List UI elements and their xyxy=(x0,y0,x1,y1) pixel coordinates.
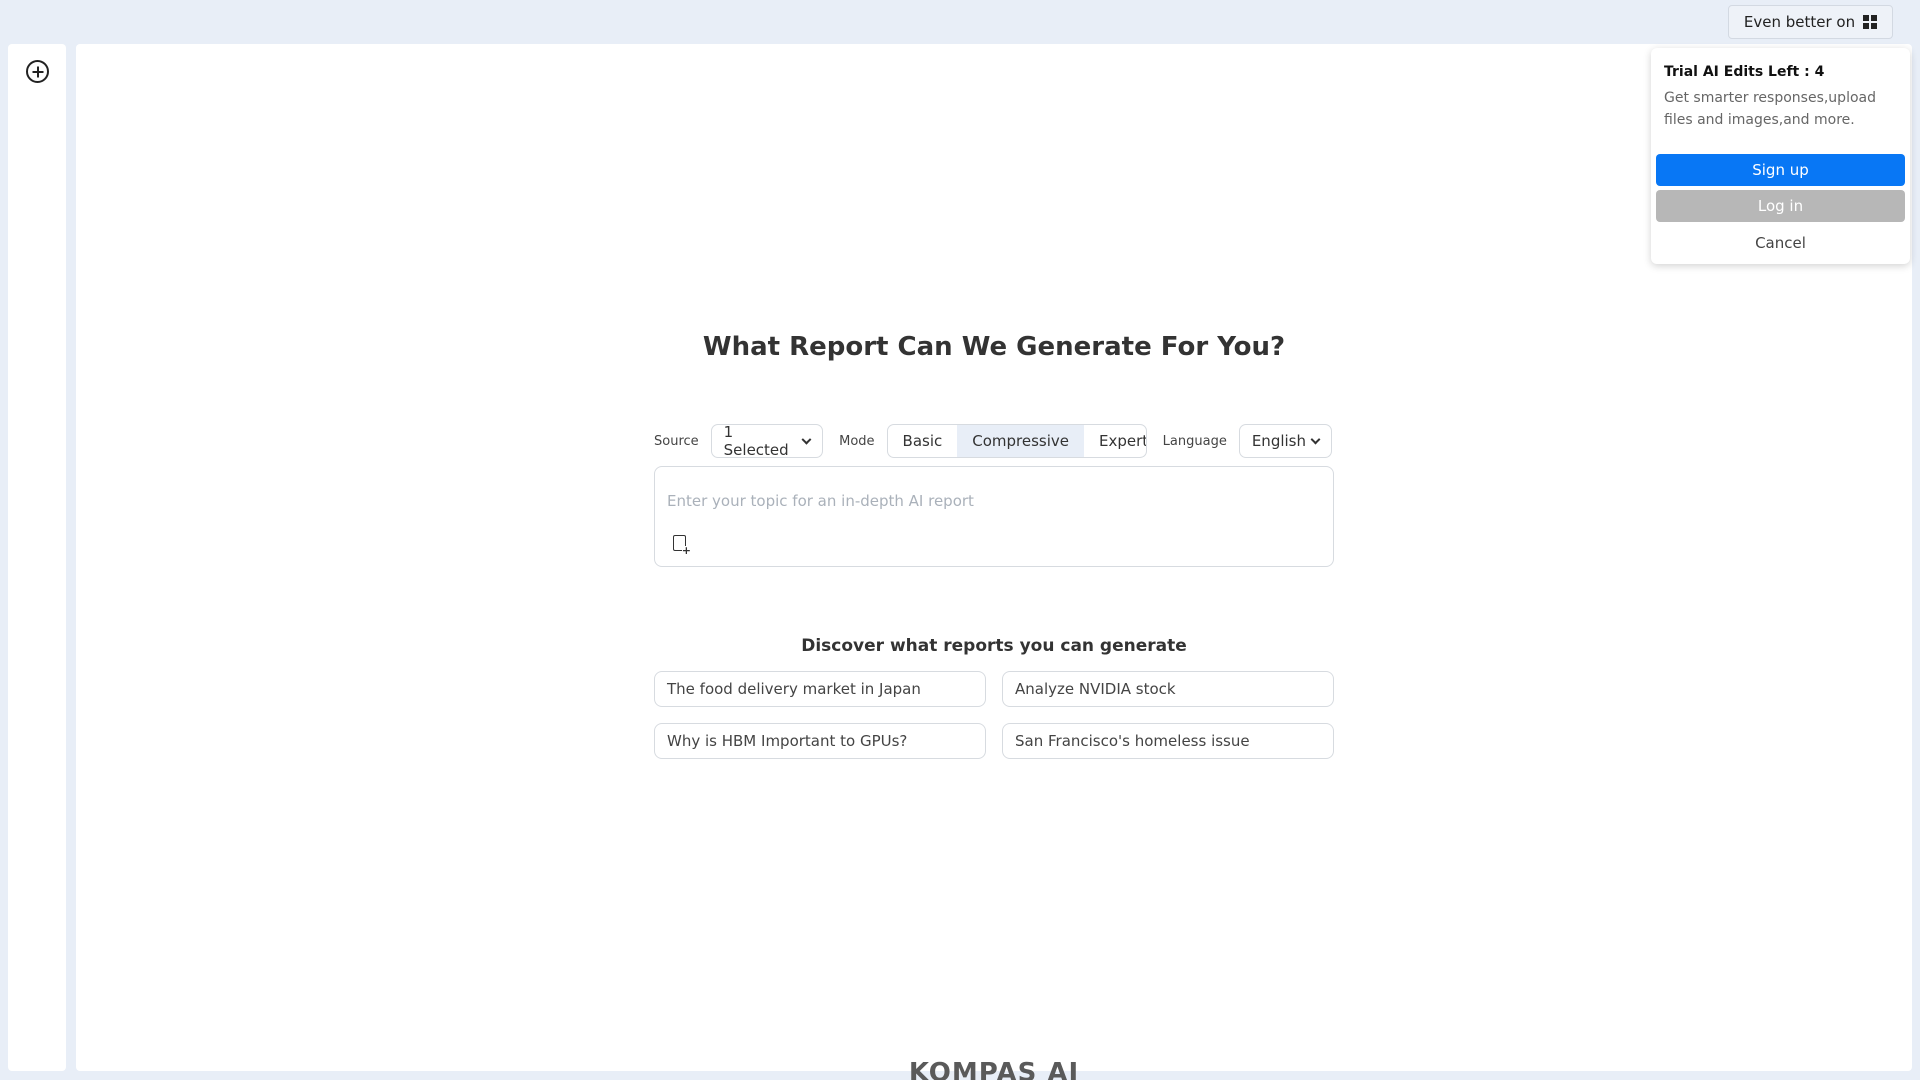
suggestion-chip[interactable]: The food delivery market in Japan xyxy=(654,671,986,707)
discover-title: Discover what reports you can generate xyxy=(801,636,1187,656)
mode-label: Mode xyxy=(839,433,875,449)
sidebar xyxy=(8,44,66,1071)
report-options-bar: Source 1 Selected Mode Basic Compressive… xyxy=(654,423,1332,459)
page-title: What Report Can We Generate For You? xyxy=(702,332,1286,362)
mode-selector: Basic Compressive Expert xyxy=(886,424,1147,458)
chevron-down-icon xyxy=(1310,434,1321,444)
signup-button[interactable]: Sign up xyxy=(1656,154,1905,186)
source-value: 1 Selected xyxy=(723,423,789,459)
chevron-down-icon xyxy=(801,434,812,444)
plus-circle-icon[interactable] xyxy=(26,60,49,83)
kompas-logo: KOMPAS AI xyxy=(76,1058,1912,1080)
trial-popup: Trial AI Edits Left : 4 Get smarter resp… xyxy=(1651,48,1910,264)
popup-title: Trial AI Edits Left : 4 xyxy=(1664,64,1825,80)
suggestion-chip[interactable]: Why is HBM Important to GPUs? xyxy=(654,723,986,759)
login-button[interactable]: Log in xyxy=(1656,190,1905,222)
popup-description: Get smarter responses,upload files and i… xyxy=(1664,90,1876,128)
topic-input[interactable] xyxy=(667,489,1317,513)
mode-option-compressive[interactable]: Compressive xyxy=(957,425,1085,457)
promo-label: Even better on xyxy=(1743,13,1856,31)
desktop-app-promo-button[interactable]: Even better on xyxy=(1728,5,1893,39)
mode-option-expert[interactable]: Expert xyxy=(1084,425,1146,457)
file-plus-icon[interactable] xyxy=(673,535,691,556)
cancel-button[interactable]: Cancel xyxy=(1656,227,1905,259)
topic-input-box xyxy=(654,466,1334,567)
suggestion-chip[interactable]: San Francisco's homeless issue xyxy=(1002,723,1334,759)
language-label: Language xyxy=(1162,433,1227,449)
logo-text: KOMPAS AI xyxy=(908,1058,1080,1080)
main-content: What Report Can We Generate For You? Sou… xyxy=(76,44,1912,1080)
language-value: English xyxy=(1251,432,1306,450)
windows-icon xyxy=(1863,15,1878,29)
suggestion-chip[interactable]: Analyze NVIDIA stock xyxy=(1002,671,1334,707)
mode-option-basic[interactable]: Basic xyxy=(888,425,958,457)
source-dropdown[interactable]: 1 Selected xyxy=(710,423,824,459)
language-dropdown[interactable]: English xyxy=(1238,424,1332,458)
source-label: Source xyxy=(654,433,699,449)
